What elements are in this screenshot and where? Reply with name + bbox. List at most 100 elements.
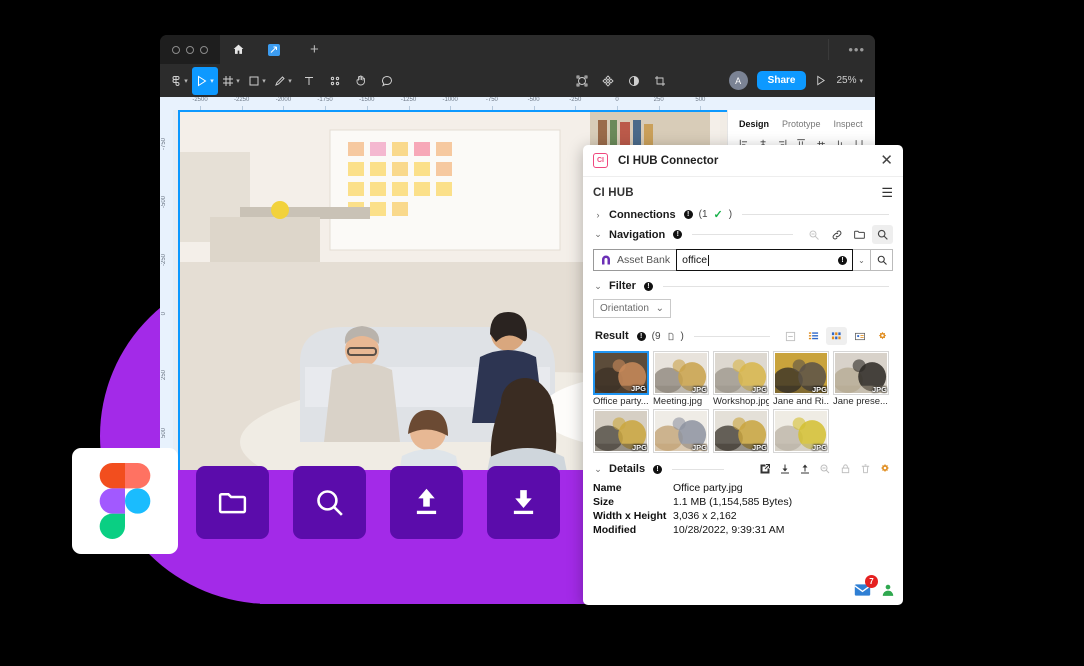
crop-button[interactable]: [647, 67, 673, 95]
connector-selector[interactable]: Asset Bank: [593, 249, 677, 271]
share-button[interactable]: Share: [756, 71, 807, 90]
frame-tool-button[interactable]: ▾: [218, 67, 244, 95]
chevron-down-icon[interactable]: ⌄: [593, 281, 603, 292]
download-icon[interactable]: [777, 461, 793, 477]
mask-button[interactable]: [569, 67, 595, 95]
cihub-window-title: CI HUB Connector: [618, 154, 719, 167]
search-submit-button[interactable]: [871, 249, 893, 271]
connections-section-header[interactable]: › Connections ! (1 ✓ ): [583, 206, 903, 223]
info-icon[interactable]: !: [643, 281, 653, 291]
file-tab[interactable]: [256, 35, 292, 64]
contrast-icon: [628, 75, 639, 86]
link-icon[interactable]: [826, 225, 847, 244]
tab-prototype[interactable]: Prototype: [782, 119, 821, 129]
avatar[interactable]: A: [728, 71, 748, 90]
expand-icon[interactable]: [780, 327, 801, 345]
result-thumbnail[interactable]: JPG: [773, 351, 829, 395]
tabbar-more-button[interactable]: •••: [848, 42, 865, 57]
search-input[interactable]: office !: [676, 249, 853, 271]
zoom-out-icon[interactable]: [803, 225, 824, 244]
result-item[interactable]: JPG Jane prese...: [833, 351, 889, 407]
figma-menu-button[interactable]: ▾: [166, 67, 192, 95]
detail-view-icon[interactable]: [849, 327, 870, 345]
detail-value: 1.1 MB (1,154,585 Bytes): [673, 496, 793, 508]
present-button[interactable]: [815, 75, 826, 86]
contrast-button[interactable]: [621, 67, 647, 95]
tab-design[interactable]: Design: [739, 119, 769, 129]
result-thumbnail[interactable]: JPG: [713, 409, 769, 453]
result-thumbnail[interactable]: JPG: [653, 351, 709, 395]
shape-tool-button[interactable]: ▾: [244, 67, 270, 95]
chevron-down-icon[interactable]: ⌄: [593, 229, 603, 240]
info-icon[interactable]: !: [838, 255, 847, 265]
orientation-dropdown[interactable]: Orientation ⌄: [593, 299, 671, 318]
trash-icon[interactable]: [857, 461, 873, 477]
result-thumbnail[interactable]: JPG: [773, 409, 829, 453]
chevron-right-icon[interactable]: ›: [593, 210, 603, 220]
chevron-down-icon: ▾: [184, 77, 188, 85]
result-item[interactable]: JPG: [773, 409, 829, 453]
result-item[interactable]: JPG Meeting.jpg: [653, 351, 709, 407]
open-external-icon[interactable]: [757, 461, 773, 477]
plugin-button[interactable]: [595, 67, 621, 95]
search-icon[interactable]: [872, 225, 893, 244]
result-item[interactable]: JPG Workshop.jpg: [713, 351, 769, 407]
ruler-tick: -500: [527, 97, 540, 103]
move-tool-button[interactable]: ▾: [192, 66, 218, 95]
navigation-icon-group: [803, 225, 893, 244]
upload-button[interactable]: [390, 466, 463, 539]
grid-view-icon[interactable]: [826, 327, 847, 345]
download-button[interactable]: [487, 466, 560, 539]
user-button[interactable]: [881, 583, 895, 600]
settings-gear-icon[interactable]: [877, 461, 893, 477]
chevron-down-icon[interactable]: ⌄: [853, 249, 871, 271]
comment-tool-button[interactable]: [374, 67, 400, 95]
detail-value: Office party.jpg: [673, 482, 743, 494]
folder-button[interactable]: [196, 466, 269, 539]
result-item[interactable]: JPG: [593, 409, 649, 453]
list-view-icon[interactable]: [803, 327, 824, 345]
section-divider: [672, 468, 725, 470]
zoom-out-icon[interactable]: [817, 461, 833, 477]
result-item[interactable]: JPG Jane and Ri...: [773, 351, 829, 407]
hamburger-menu-icon[interactable]: ☰: [881, 185, 893, 201]
zoom-level-button[interactable]: 25% ▾: [836, 75, 863, 86]
ruler-tick: 0: [615, 97, 619, 103]
close-icon[interactable]: ✕: [880, 153, 893, 168]
new-tab-button[interactable]: +: [310, 41, 319, 58]
navigation-section-header[interactable]: ⌄ Navigation !: [583, 223, 903, 246]
result-item[interactable]: JPG: [653, 409, 709, 453]
result-item[interactable]: JPG: [713, 409, 769, 453]
result-thumbnail[interactable]: JPG: [593, 351, 649, 395]
upload-icon[interactable]: [797, 461, 813, 477]
hand-tool-button[interactable]: [348, 67, 374, 95]
home-tab[interactable]: [220, 35, 256, 64]
text-tool-button[interactable]: [296, 67, 322, 95]
minimize-dot[interactable]: [186, 45, 194, 54]
chevron-down-icon[interactable]: ⌄: [593, 464, 603, 475]
info-icon[interactable]: !: [673, 230, 683, 239]
info-icon[interactable]: !: [636, 331, 646, 341]
component-tool-button[interactable]: [322, 67, 348, 95]
info-icon[interactable]: !: [683, 210, 693, 219]
move-tool-icon: [198, 75, 207, 86]
detail-row: Width x Height 3,036 x 2,162: [593, 510, 893, 522]
window-controls[interactable]: [160, 45, 220, 54]
result-thumbnail[interactable]: JPG: [833, 351, 889, 395]
result-thumbnail[interactable]: JPG: [653, 409, 709, 453]
search-input-value: office: [682, 254, 708, 266]
result-item[interactable]: JPG Office party....: [593, 351, 649, 407]
close-dot[interactable]: [172, 45, 180, 54]
lock-icon[interactable]: [837, 461, 853, 477]
pen-tool-button[interactable]: ▾: [270, 67, 296, 95]
settings-gear-icon[interactable]: [872, 327, 893, 345]
mail-button[interactable]: 7: [854, 575, 878, 600]
search-button[interactable]: [293, 466, 366, 539]
info-icon[interactable]: !: [653, 464, 663, 474]
maximize-dot[interactable]: [200, 45, 208, 54]
result-thumbnail[interactable]: JPG: [593, 409, 649, 453]
folder-icon[interactable]: [849, 225, 870, 244]
filter-section-header[interactable]: ⌄ Filter !: [583, 278, 903, 294]
result-thumbnail[interactable]: JPG: [713, 351, 769, 395]
tab-inspect[interactable]: Inspect: [834, 119, 863, 129]
